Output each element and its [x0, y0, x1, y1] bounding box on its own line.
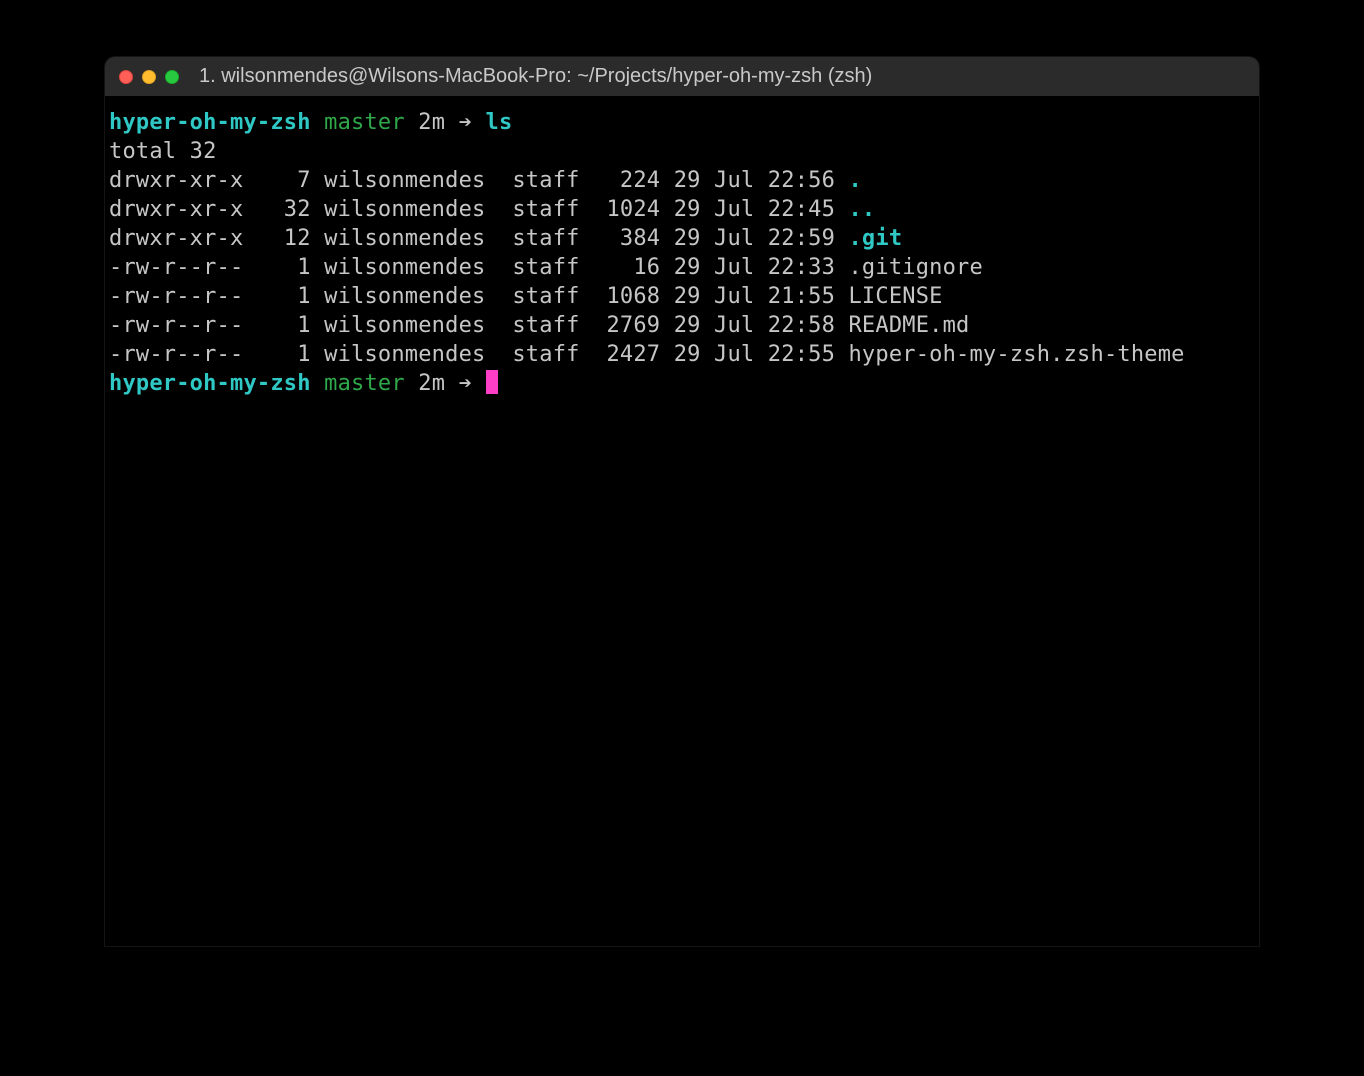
window-titlebar[interactable]: 1. wilsonmendes@Wilsons-MacBook-Pro: ~/P… [105, 57, 1259, 96]
file-name: . [848, 168, 861, 193]
file-name: .. [848, 197, 875, 222]
terminal-output-area[interactable]: hyper-oh-my-zsh master 2m ➔ ls total 32 … [105, 96, 1259, 398]
cursor-icon[interactable] [486, 370, 498, 394]
ls-row: -rw-r--r-- 1 wilsonmendes staff 2769 29 … [109, 311, 1255, 340]
zoom-icon[interactable] [165, 70, 179, 84]
prompt-line: hyper-oh-my-zsh master 2m ➔ ls [109, 108, 1255, 137]
command-text: ls [486, 110, 513, 135]
ls-row: drwxr-xr-x 32 wilsonmendes staff 1024 29… [109, 195, 1255, 224]
terminal-window: 1. wilsonmendes@Wilsons-MacBook-Pro: ~/P… [105, 57, 1259, 946]
prompt-age: 2m [418, 371, 445, 396]
ls-row: -rw-r--r-- 1 wilsonmendes staff 1068 29 … [109, 282, 1255, 311]
ls-row: -rw-r--r-- 1 wilsonmendes staff 2427 29 … [109, 340, 1255, 369]
prompt-dir: hyper-oh-my-zsh [109, 371, 311, 396]
prompt-branch: master [324, 110, 405, 135]
close-icon[interactable] [119, 70, 133, 84]
file-name: .git [848, 226, 902, 251]
minimize-icon[interactable] [142, 70, 156, 84]
file-name: hyper-oh-my-zsh.zsh-theme [848, 342, 1184, 367]
window-title: 1. wilsonmendes@Wilsons-MacBook-Pro: ~/P… [199, 65, 1245, 88]
file-name: README.md [848, 313, 969, 338]
file-name: .gitignore [848, 255, 982, 280]
ls-row: drwxr-xr-x 7 wilsonmendes staff 224 29 J… [109, 166, 1255, 195]
prompt-dir: hyper-oh-my-zsh [109, 110, 311, 135]
arrow-icon: ➔ [459, 110, 472, 135]
ls-row: drwxr-xr-x 12 wilsonmendes staff 384 29 … [109, 224, 1255, 253]
prompt-line: hyper-oh-my-zsh master 2m ➔ [109, 369, 1255, 398]
file-name: LICENSE [848, 284, 942, 309]
prompt-branch: master [324, 371, 405, 396]
ls-total: total 32 [109, 137, 1255, 166]
prompt-age: 2m [418, 110, 445, 135]
ls-rows: drwxr-xr-x 7 wilsonmendes staff 224 29 J… [109, 166, 1255, 369]
arrow-icon: ➔ [459, 371, 472, 396]
ls-row: -rw-r--r-- 1 wilsonmendes staff 16 29 Ju… [109, 253, 1255, 282]
